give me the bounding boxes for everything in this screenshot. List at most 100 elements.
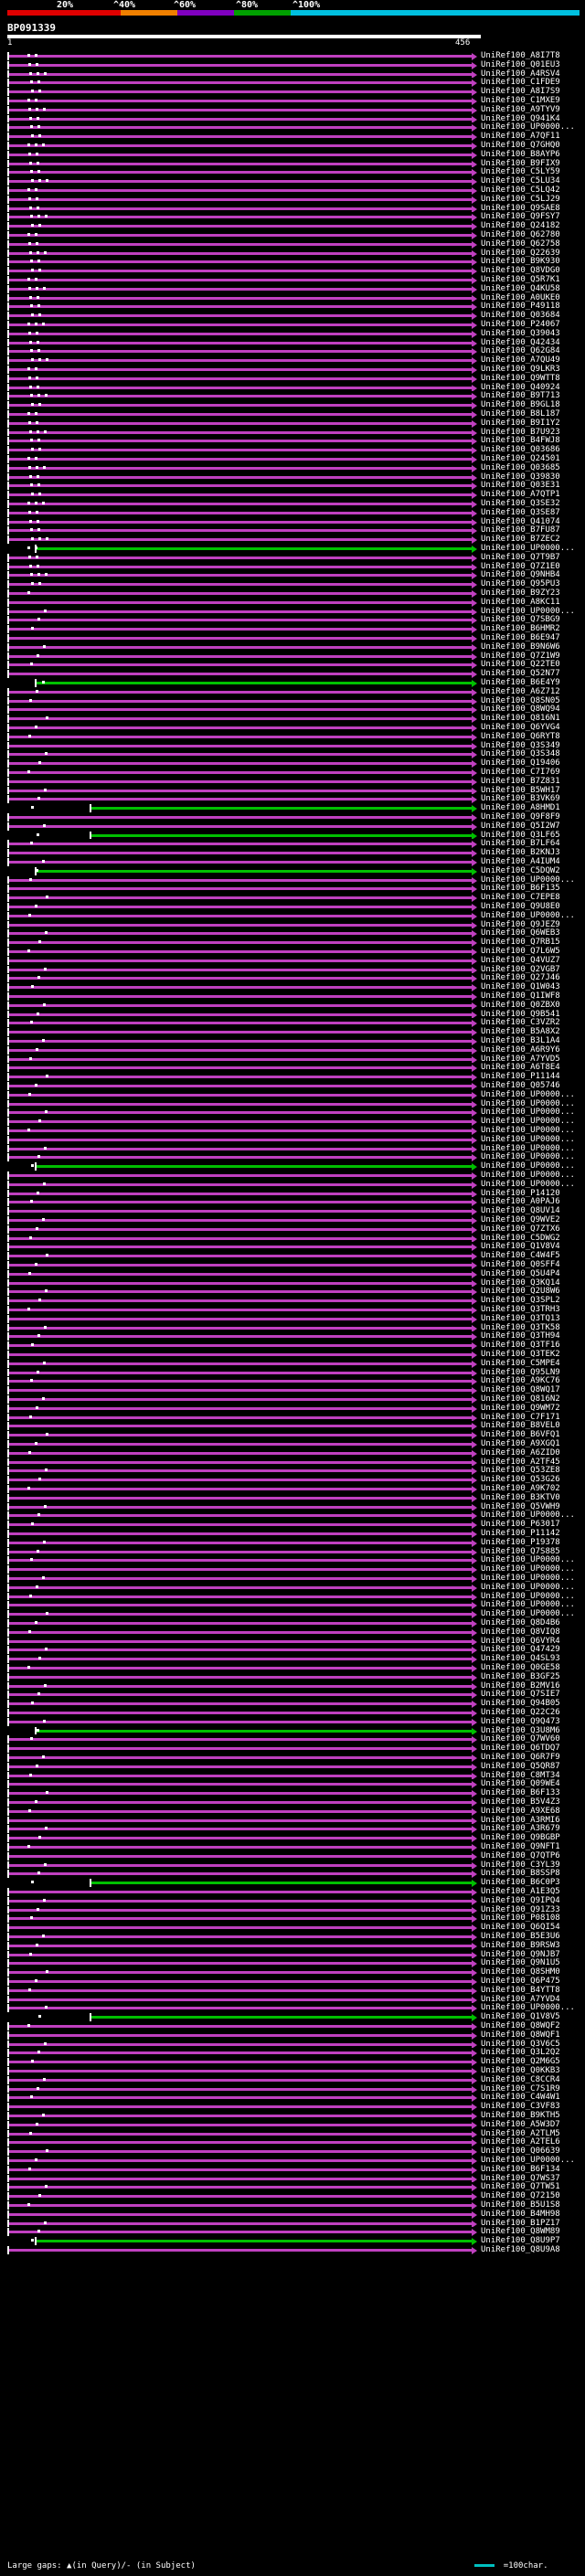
alignment-line [7, 1371, 473, 1374]
alignment-line [7, 1479, 473, 1482]
alignment-line [7, 753, 473, 757]
alignment-start-tick [7, 1655, 9, 1664]
alignment-line [7, 1828, 473, 1831]
gap-marker [30, 1916, 33, 1920]
gap-marker [31, 313, 34, 317]
gap-marker [29, 206, 32, 209]
gap-marker [37, 2230, 40, 2233]
alignment-start-tick [7, 1297, 9, 1306]
alignment-start-tick [7, 1754, 9, 1762]
alignment-line [7, 2070, 473, 2072]
alignment-start-tick [7, 1627, 9, 1637]
alignment-line [7, 1998, 473, 2001]
alignment-end-arrow [472, 61, 477, 69]
gap-marker [35, 1621, 37, 1624]
alignment-end-arrow [472, 680, 477, 687]
alignment-end-arrow [472, 1307, 477, 1314]
alignment-start-tick [7, 1028, 9, 1037]
alignment-end-arrow [472, 106, 477, 114]
alignment-start-tick [7, 1691, 9, 1700]
alignment-line [7, 1174, 473, 1177]
alignment-start-tick [7, 813, 9, 822]
gap-marker [37, 1012, 39, 1015]
gap-marker [37, 1334, 40, 1338]
alignment-line [7, 1236, 473, 1240]
gap-marker [46, 179, 48, 183]
alignment-start-tick [7, 795, 9, 804]
alignment-start-tick [7, 526, 9, 535]
alignment-start-tick [7, 840, 9, 849]
alignment-end-arrow [472, 993, 477, 1001]
alignment-end-arrow [472, 464, 477, 472]
gap-marker [35, 99, 37, 101]
alignment-start-tick [7, 607, 9, 616]
alignment-start-tick [7, 1610, 9, 1619]
alignment-line [7, 341, 473, 345]
alignment-end-arrow [472, 1960, 477, 1968]
alignment-start-tick [7, 589, 9, 598]
gap-marker [28, 1988, 31, 1991]
gap-marker [37, 170, 40, 174]
alignment-end-arrow [472, 1915, 477, 1924]
gap-marker [30, 1379, 33, 1383]
gap-marker [31, 985, 34, 989]
gap-marker [31, 493, 34, 496]
gap-marker [28, 555, 31, 558]
alignment-start-tick [7, 1933, 9, 1941]
gap-marker [38, 2194, 41, 2198]
gap-marker [35, 726, 37, 728]
scale-label-20: 20% [57, 0, 74, 10]
alignment-start-tick [7, 1986, 9, 1995]
alignment-end-arrow [472, 1414, 477, 1422]
hit-row[interactable]: UniRef100_Q8U9A8 [0, 2245, 585, 2255]
gap-marker [31, 448, 34, 451]
alignment-line [7, 1246, 473, 1249]
alignment-line [7, 1085, 473, 1087]
alignment-start-tick [7, 1368, 9, 1377]
gap-marker [36, 1943, 38, 1946]
gap-marker [44, 609, 47, 612]
alignment-start-tick [7, 535, 9, 545]
alignment-start-tick [7, 1681, 9, 1691]
alignment-line [7, 1022, 473, 1025]
alignment-line [7, 251, 473, 255]
alignment-end-arrow [472, 1978, 477, 1986]
alignment-start-tick [7, 2049, 9, 2058]
alignment-end-arrow [472, 1924, 477, 1933]
alignment-line [7, 1272, 473, 1276]
alignment-start-tick [7, 1323, 9, 1332]
alignment-end-arrow [472, 1934, 477, 1941]
alignment-line [7, 896, 473, 900]
gap-marker [37, 519, 39, 523]
alignment-end-arrow [472, 366, 477, 374]
alignment-line [7, 376, 473, 380]
alignment-line [7, 1443, 473, 1446]
alignment-start-tick [7, 1269, 9, 1278]
hit-alignment [7, 2245, 477, 2255]
scale-bar-orange [121, 10, 177, 16]
alignment-end-arrow [472, 1128, 477, 1135]
gap-marker [36, 241, 38, 245]
alignment-end-arrow [472, 1091, 477, 1099]
scale-label-100: ^100% [292, 0, 321, 10]
alignment-line [7, 1658, 473, 1661]
alignment-line [35, 682, 473, 684]
gap-marker [46, 716, 48, 720]
hit-accession-link[interactable]: UniRef100_Q8U9A8 [481, 2245, 583, 2255]
alignment-end-arrow [472, 814, 477, 822]
gap-marker [44, 788, 47, 791]
alignment-start-tick [7, 2094, 9, 2103]
gap-marker [30, 439, 33, 442]
alignment-start-tick [7, 2183, 9, 2192]
alignment-end-arrow [472, 688, 477, 696]
alignment-start-tick [7, 625, 9, 634]
alignment-start-tick [7, 69, 9, 79]
gap-marker [30, 80, 33, 84]
alignment-start-tick [7, 2120, 9, 2129]
gap-marker [35, 1800, 37, 1803]
alignment-end-arrow [472, 1628, 477, 1637]
gap-marker [30, 842, 33, 845]
gap-marker [43, 823, 46, 827]
alignment-end-arrow [472, 617, 477, 625]
gap-marker [38, 1299, 41, 1302]
